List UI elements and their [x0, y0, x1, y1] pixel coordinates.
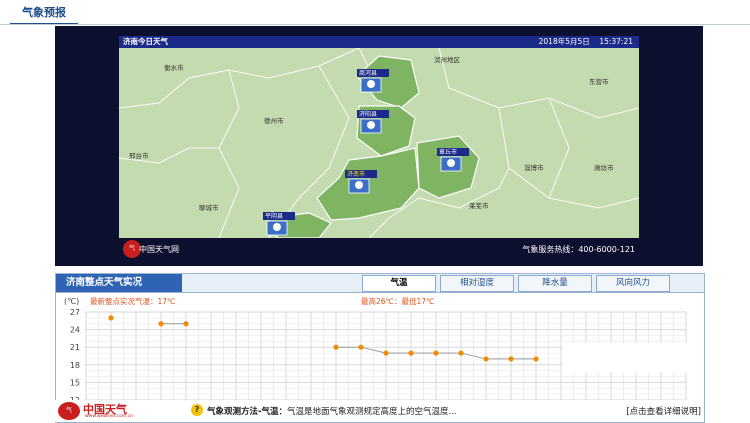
weather-map: 济南今日天气 2018年5月5日 15:37:21 衡水市 滨州地区 东营市 德…	[119, 36, 639, 238]
data-point	[533, 356, 539, 362]
data-point	[433, 350, 439, 356]
tab-humidity[interactable]: 相对湿度	[440, 275, 514, 292]
data-point	[333, 344, 339, 350]
y-axis-label: (℃)	[64, 297, 79, 306]
map-datetime: 2018年5月5日 15:37:21	[538, 37, 633, 46]
svg-text:济南市: 济南市	[347, 170, 365, 178]
y-tick-label: 24	[70, 326, 80, 335]
svg-text:商河县: 商河县	[359, 69, 377, 77]
data-point	[183, 321, 189, 327]
tab-temperature[interactable]: 气温	[362, 275, 436, 292]
data-point	[408, 350, 414, 356]
map-svg: 衡水市 滨州地区 东营市 德州市 邢台市 淄博市 潍坊市 聊城市 莱芜市 泰安市…	[119, 48, 639, 238]
footer-bar: 气 中国天气 www.weather.com.cn ? 气象观测方法-气温：气温…	[55, 400, 703, 422]
svg-text:聊城市: 聊城市	[199, 203, 219, 212]
data-point	[458, 350, 464, 356]
svg-text:德州市: 德州市	[264, 116, 284, 125]
footer-brand-url: www.weather.com.cn	[85, 414, 133, 419]
question-icon[interactable]: ?	[191, 404, 203, 416]
y-tick-label: 15	[70, 378, 80, 387]
svg-text:莱芜市: 莱芜市	[469, 201, 489, 210]
map-frame: 济南今日天气 2018年5月5日 15:37:21 衡水市 滨州地区 东营市 德…	[55, 26, 703, 266]
map-brand: 中国天气网	[139, 245, 179, 254]
data-point	[358, 344, 364, 350]
tab-wind[interactable]: 风向风力	[596, 275, 670, 292]
map-body: 衡水市 滨州地区 东营市 德州市 邢台市 淄博市 潍坊市 聊城市 莱芜市 泰安市…	[119, 48, 639, 238]
svg-text:滨州地区: 滨州地区	[434, 55, 461, 64]
y-tick-label: 18	[70, 361, 80, 370]
data-point	[483, 356, 489, 362]
data-point	[508, 356, 514, 362]
weather-logo-icon: 气	[58, 402, 80, 420]
svg-text:淄博市: 淄博市	[524, 163, 544, 172]
divider	[0, 24, 750, 25]
data-point	[108, 315, 114, 321]
data-point	[383, 350, 389, 356]
details-link[interactable]: [点击查看详细说明]	[626, 405, 701, 417]
svg-text:平阴县: 平阴县	[265, 212, 283, 220]
data-point	[158, 321, 164, 327]
tab-precipitation[interactable]: 降水量	[518, 275, 592, 292]
observation-method: 气象观测方法-气温：气温是地面气象观测规定高度上的空气温度...	[207, 407, 457, 417]
latest-temp-label: 最新整点实况气温：17℃	[90, 297, 176, 306]
svg-text:济阳县: 济阳县	[359, 110, 377, 118]
panel-header: 济南整点天气实况 气温 相对湿度 降水量 风向风力	[56, 274, 704, 293]
temp-range-label: 最高26℃：最低17℃	[361, 297, 435, 306]
panel-title: 济南整点天气实况	[56, 274, 183, 292]
map-footer: 气 中国天气网 气象服务热线：400-6000-121	[119, 238, 639, 260]
overlay	[563, 343, 698, 373]
svg-text:衡水市: 衡水市	[164, 63, 184, 72]
svg-text:潍坊市: 潍坊市	[594, 163, 614, 172]
y-tick-label: 27	[70, 308, 80, 317]
tab-weather-forecast[interactable]: 气象预报	[10, 3, 78, 25]
y-tick-label: 21	[70, 343, 80, 352]
svg-text:章丘市: 章丘市	[439, 148, 457, 156]
map-header: 济南今日天气 2018年5月5日 15:37:21	[119, 36, 639, 48]
hotline: 气象服务热线：400-6000-121	[522, 245, 635, 254]
svg-text:东营市: 东营市	[589, 77, 609, 86]
svg-text:邢台市: 邢台市	[129, 151, 149, 160]
map-title: 济南今日天气	[123, 37, 168, 46]
